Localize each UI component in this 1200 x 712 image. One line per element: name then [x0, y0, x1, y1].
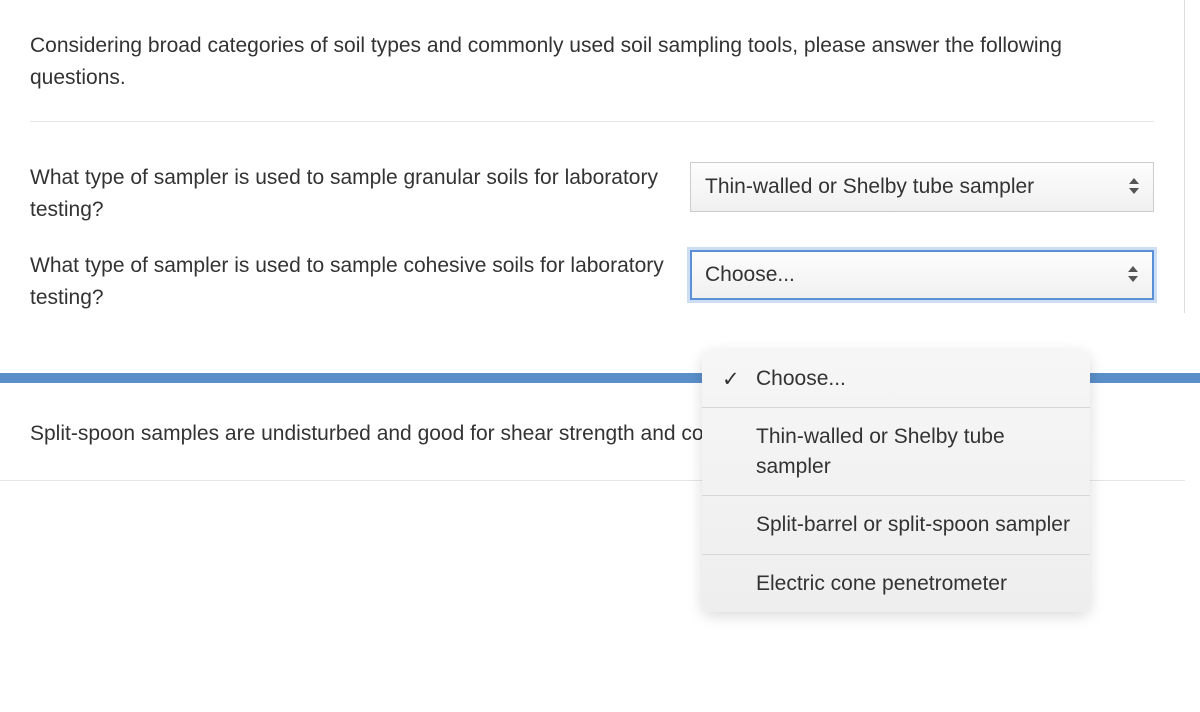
dropdown-option-label: Thin-walled or Shelby tube sampler [756, 425, 1005, 477]
dropdown-menu: ✓ Choose... Thin-walled or Shelby tube s… [702, 350, 1090, 612]
dropdown-option-label: Electric cone penetrometer [756, 572, 1007, 595]
question-1-label: What type of sampler is used to sample g… [30, 162, 690, 225]
question-2-select[interactable]: Choose... [690, 250, 1154, 300]
dropdown-option-penetrometer[interactable]: Electric cone penetrometer [702, 555, 1090, 612]
dropdown-option-choose[interactable]: ✓ Choose... [702, 350, 1090, 408]
dropdown-option-label: Split-barrel or split-spoon sampler [756, 513, 1070, 536]
question-card: Considering broad categories of soil typ… [0, 0, 1185, 313]
dropdown-option-shelby[interactable]: Thin-walled or Shelby tube sampler [702, 408, 1090, 496]
question-row-2: What type of sampler is used to sample c… [30, 250, 1154, 313]
dropdown-option-split-spoon[interactable]: Split-barrel or split-spoon sampler [702, 496, 1090, 554]
question-2-selected-value: Choose... [705, 263, 795, 286]
intro-text: Considering broad categories of soil typ… [30, 30, 1154, 93]
question-2-label: What type of sampler is used to sample c… [30, 250, 690, 313]
check-icon: ✓ [722, 365, 740, 394]
question-2-select-wrap: Choose... [690, 250, 1154, 300]
question-1-selected-value: Thin-walled or Shelby tube sampler [705, 175, 1034, 198]
updown-caret-icon [1128, 266, 1138, 284]
divider [30, 121, 1154, 122]
dropdown-option-label: Choose... [756, 367, 846, 390]
question-1-select[interactable]: Thin-walled or Shelby tube sampler [690, 162, 1154, 212]
question-1-select-wrap: Thin-walled or Shelby tube sampler [690, 162, 1154, 212]
updown-caret-icon [1129, 178, 1139, 196]
question-row-1: What type of sampler is used to sample g… [30, 162, 1154, 225]
